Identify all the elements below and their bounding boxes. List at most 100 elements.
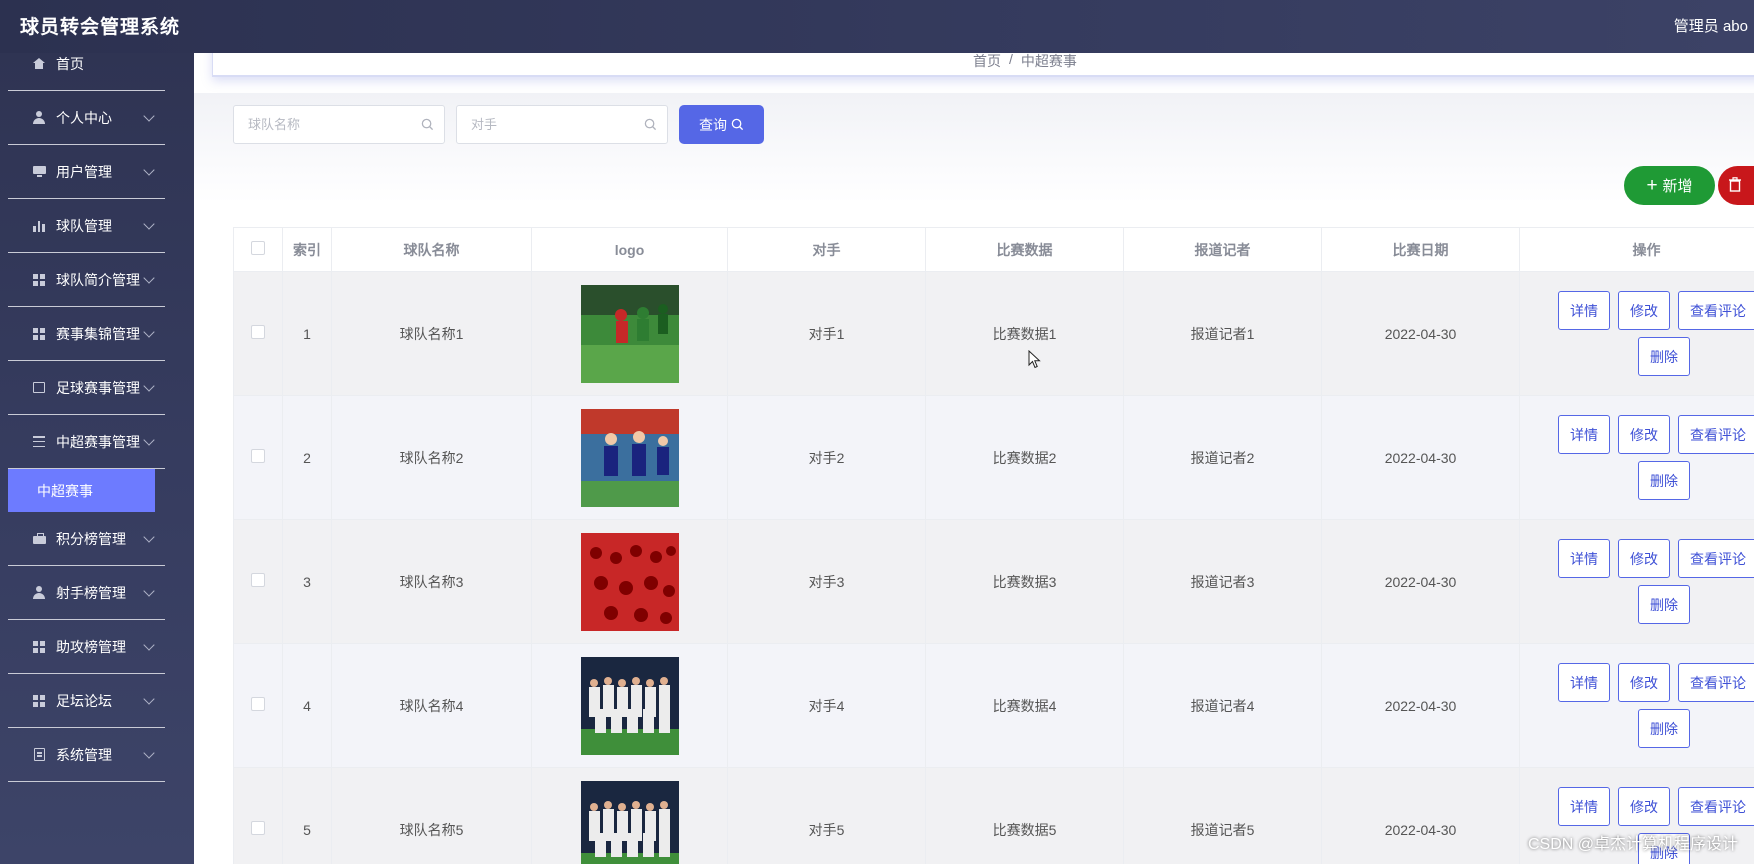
sidebar-item-label: 球队管理 xyxy=(56,217,112,234)
column-header: 比赛数据 xyxy=(925,227,1124,272)
sidebar-item-football-matches[interactable]: 足球赛事管理 xyxy=(8,361,165,415)
view-comments-button[interactable]: 查看评论 xyxy=(1678,787,1754,826)
row-select-cell xyxy=(233,519,283,644)
logo-cell xyxy=(531,643,728,768)
sidebar-item-team-management[interactable]: 球队管理 xyxy=(8,199,165,253)
main-content: 首页 / 中超赛事 查询 + 新增 索引 球队名称 logo 对手 xyxy=(194,53,1754,864)
team-logo-image xyxy=(580,656,679,755)
chevron-down-icon xyxy=(143,217,155,230)
sidebar-item-label: 中超赛事管理 xyxy=(56,433,140,450)
table-row: 4 球队名称4 对手4 比赛数据4 报道记者4 2022-04-30 详情 修改 查看评论 删除 xyxy=(233,643,1754,768)
sidebar-item-user-management[interactable]: 用户管理 xyxy=(8,145,165,199)
logo-cell xyxy=(531,767,728,864)
sidebar-item-label: 用户管理 xyxy=(56,163,112,180)
sidebar-item-label: 赛事集锦管理 xyxy=(56,325,140,342)
operations-cell: 详情 修改 查看评论删除 xyxy=(1519,395,1754,520)
sidebar-subitem-csl-match[interactable]: 中超赛事 xyxy=(8,469,155,512)
query-button-label: 查询 xyxy=(699,116,727,133)
match-date-cell: 2022-04-30 xyxy=(1321,643,1520,768)
user-icon xyxy=(32,586,46,600)
row-checkbox[interactable] xyxy=(251,573,265,587)
row-checkbox[interactable] xyxy=(251,821,265,835)
sidebar-item-personal-center[interactable]: 个人中心 xyxy=(8,91,165,145)
detail-button[interactable]: 详情 xyxy=(1558,291,1610,330)
operations-cell: 详情 修改 查看评论删除 xyxy=(1519,519,1754,644)
delete-button[interactable]: 删除 xyxy=(1638,461,1690,500)
opponent-cell: 对手1 xyxy=(727,271,926,396)
match-date-cell: 2022-04-30 xyxy=(1321,519,1520,644)
column-header: 操作 xyxy=(1519,227,1754,272)
sidebar-item-team-intro[interactable]: 球队简介管理 xyxy=(8,253,165,307)
team-name-cell: 球队名称1 xyxy=(331,271,532,396)
column-header: 球队名称 xyxy=(331,227,532,272)
grid-icon xyxy=(32,640,46,654)
sliders-icon xyxy=(32,435,46,449)
chevron-down-icon xyxy=(143,163,155,176)
edit-button[interactable]: 修改 xyxy=(1618,539,1670,578)
sidebar-item-label: 球队简介管理 xyxy=(56,271,140,288)
sidebar-item-scorers[interactable]: 射手榜管理 xyxy=(8,566,165,620)
sidebar-item-standings[interactable]: 积分榜管理 xyxy=(8,512,165,566)
detail-button[interactable]: 详情 xyxy=(1558,663,1610,702)
bar-chart-icon xyxy=(32,219,46,233)
edit-button[interactable]: 修改 xyxy=(1618,663,1670,702)
query-button[interactable]: 查询 xyxy=(679,105,764,144)
view-comments-button[interactable]: 查看评论 xyxy=(1678,663,1754,702)
column-header: 对手 xyxy=(727,227,926,272)
match-date-cell: 2022-04-30 xyxy=(1321,767,1520,864)
sidebar-item-label: 首页 xyxy=(56,55,84,72)
breadcrumb-separator: / xyxy=(1009,53,1013,67)
match-data-cell: 比赛数据3 xyxy=(925,519,1124,644)
edit-button[interactable]: 修改 xyxy=(1618,415,1670,454)
add-button-label: 新增 xyxy=(1662,178,1693,195)
search-icon xyxy=(421,118,434,131)
sidebar-item-label: 足坛论坛 xyxy=(56,692,112,709)
view-comments-button[interactable]: 查看评论 xyxy=(1678,539,1754,578)
breadcrumb: 首页 / 中超赛事 xyxy=(973,53,1077,71)
add-button[interactable]: + 新增 xyxy=(1624,166,1715,205)
sidebar-item-system[interactable]: 系统管理 xyxy=(8,728,165,782)
sidebar-item-assists[interactable]: 助攻榜管理 xyxy=(8,620,165,674)
match-data-cell: 比赛数据1 xyxy=(925,271,1124,396)
trash-icon xyxy=(1729,176,1741,192)
index-cell: 2 xyxy=(282,395,332,520)
row-checkbox[interactable] xyxy=(251,449,265,463)
grid-icon xyxy=(32,273,46,287)
row-checkbox[interactable] xyxy=(251,697,265,711)
team-name-cell: 球队名称4 xyxy=(331,643,532,768)
breadcrumb-home[interactable]: 首页 xyxy=(973,53,1001,71)
chevron-down-icon xyxy=(143,379,155,392)
sidebar-item-highlights[interactable]: 赛事集锦管理 xyxy=(8,307,165,361)
detail-button[interactable]: 详情 xyxy=(1558,787,1610,826)
detail-button[interactable]: 详情 xyxy=(1558,415,1610,454)
sidebar-item-csl-matches[interactable]: 中超赛事管理 xyxy=(8,415,165,469)
sidebar-item-label: 足球赛事管理 xyxy=(56,379,140,396)
edit-button[interactable]: 修改 xyxy=(1618,787,1670,826)
detail-button[interactable]: 详情 xyxy=(1558,539,1610,578)
edit-button[interactable]: 修改 xyxy=(1618,291,1670,330)
grid-icon xyxy=(32,694,46,708)
index-cell: 3 xyxy=(282,519,332,644)
row-checkbox[interactable] xyxy=(251,325,265,339)
chevron-down-icon xyxy=(143,638,155,651)
column-header: logo xyxy=(531,227,728,272)
delete-button[interactable]: 删除 xyxy=(1638,585,1690,624)
view-comments-button[interactable]: 查看评论 xyxy=(1678,291,1754,330)
chevron-down-icon xyxy=(143,325,155,338)
row-select-cell xyxy=(233,767,283,864)
delete-button[interactable]: 删除 xyxy=(1638,337,1690,376)
batch-delete-button[interactable] xyxy=(1718,166,1754,205)
delete-button[interactable]: 删除 xyxy=(1638,709,1690,748)
opponent-search-input[interactable] xyxy=(456,105,668,144)
logo-cell xyxy=(531,519,728,644)
chevron-down-icon xyxy=(143,271,155,284)
plus-icon: + xyxy=(1646,175,1658,196)
operations-cell: 详情 修改 查看评论删除 xyxy=(1519,643,1754,768)
team-name-search-input[interactable] xyxy=(233,105,445,144)
select-all-checkbox[interactable] xyxy=(251,241,265,255)
match-table: 索引 球队名称 logo 对手 比赛数据 报道记者 比赛日期 操作 1 球队名称1… xyxy=(233,227,1754,864)
user-menu[interactable]: 管理员 abo xyxy=(1674,15,1748,36)
sidebar-item-forum[interactable]: 足坛论坛 xyxy=(8,674,165,728)
team-logo-image xyxy=(580,532,679,631)
view-comments-button[interactable]: 查看评论 xyxy=(1678,415,1754,454)
